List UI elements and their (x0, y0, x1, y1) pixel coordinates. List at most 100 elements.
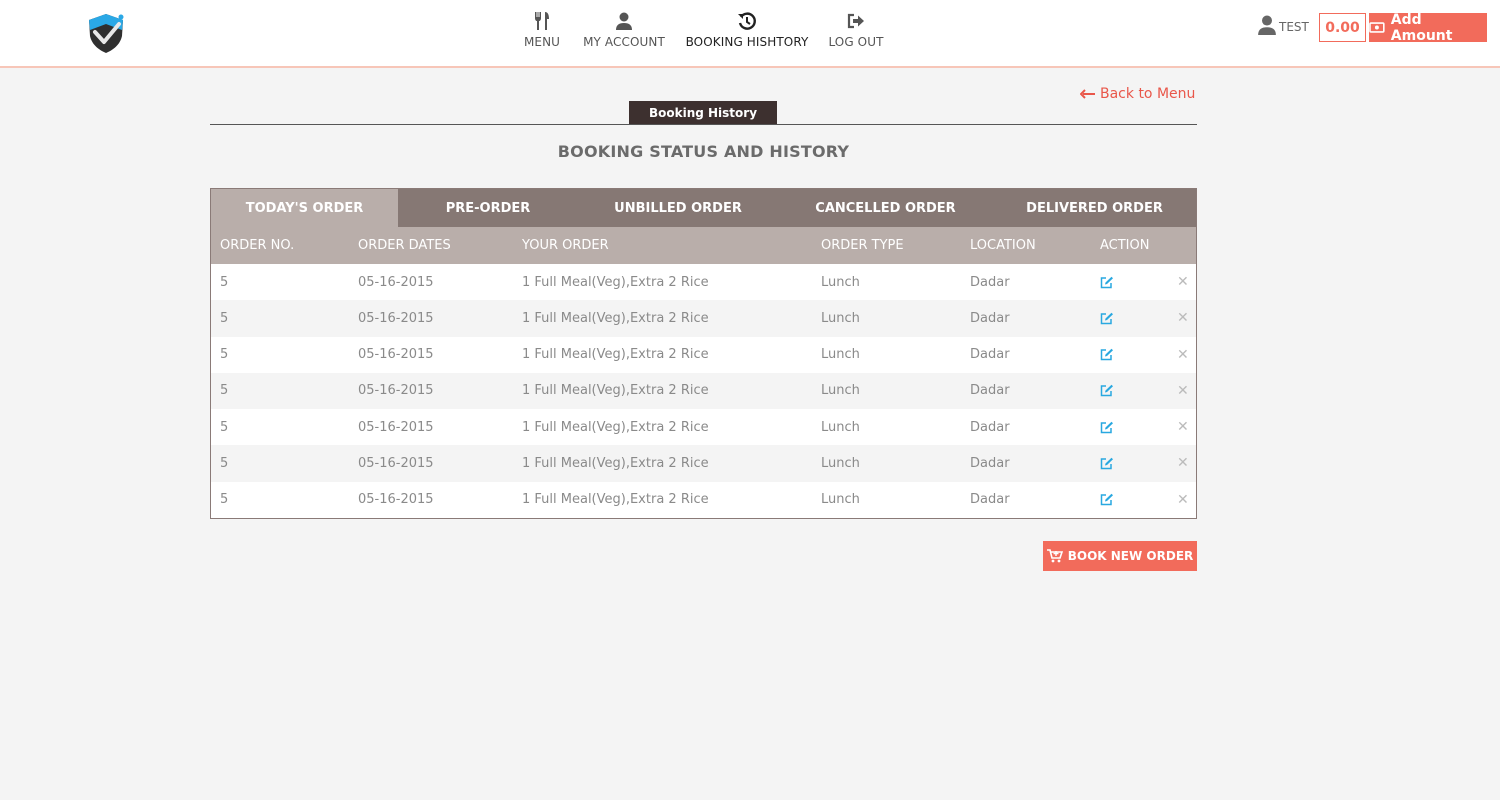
table-row: 5 05-16-2015 1 Full Meal(Veg),Extra 2 Rice… (211, 409, 1196, 446)
table-row: 5 05-16-2015 1 Full Meal(Veg),Extra 2 Rice… (211, 481, 1196, 519)
page-title: BOOKING STATUS AND HISTORY (557, 142, 850, 161)
money-icon (1369, 22, 1385, 33)
cell-order-no: 5 (220, 455, 229, 471)
cell-order-no: 5 (220, 492, 229, 508)
tab-pre-order[interactable]: PRE-ORDER (398, 189, 578, 227)
table-body: 5 05-16-2015 1 Full Meal(Veg),Extra 2 Rice… (211, 264, 1196, 519)
tab-delivered-order[interactable]: DELIVERED ORDER (993, 189, 1196, 227)
cell-order-type: Lunch (821, 455, 860, 471)
column-order-dates: ORDER DATES (358, 238, 451, 253)
edit-icon[interactable] (1100, 445, 1114, 481)
fork-knife-icon (531, 10, 553, 32)
delete-icon[interactable]: ✕ (1177, 482, 1189, 518)
delete-icon[interactable]: ✕ (1177, 264, 1189, 300)
wallet-balance: 0.00 (1319, 13, 1366, 42)
table-row: 5 05-16-2015 1 Full Meal(Veg),Extra 2 Rice… (211, 300, 1196, 337)
back-to-menu-link[interactable]: Back to Menu (1080, 86, 1195, 102)
add-amount-button[interactable]: Add Amount (1369, 11, 1487, 44)
column-order-type: ORDER TYPE (821, 238, 904, 253)
table-row: 5 05-16-2015 1 Full Meal(Veg),Extra 2 Rice… (211, 372, 1196, 410)
cell-your-order: 1 Full Meal(Veg),Extra 2 Rice (522, 310, 709, 326)
arrow-left-icon (1080, 89, 1095, 99)
cell-order-date: 05-16-2015 (358, 274, 434, 290)
cell-order-no: 5 (220, 347, 229, 363)
cell-location: Dadar (970, 310, 1010, 326)
table-header: ORDER NO. ORDER DATES YOUR ORDER ORDER T… (211, 227, 1196, 264)
section-tag: Booking History (629, 101, 777, 124)
nav-log-out-label: LOG OUT (828, 35, 884, 49)
cell-your-order: 1 Full Meal(Veg),Extra 2 Rice (522, 383, 709, 399)
orders-table: TODAY'S ORDER PRE-ORDER UNBILLED ORDER C… (210, 188, 1197, 519)
nav-booking-history[interactable]: BOOKING HISHTORY (686, 10, 808, 49)
user-icon (613, 10, 635, 32)
cell-order-no: 5 (220, 310, 229, 326)
cell-order-no: 5 (220, 274, 229, 290)
cell-location: Dadar (970, 455, 1010, 471)
cell-order-date: 05-16-2015 (358, 347, 434, 363)
edit-icon[interactable] (1100, 300, 1114, 336)
back-to-menu-label: Back to Menu (1100, 86, 1196, 102)
column-location: LOCATION (970, 238, 1036, 253)
cell-location: Dadar (970, 347, 1010, 363)
edit-icon[interactable] (1100, 264, 1114, 300)
history-icon (736, 10, 758, 32)
column-your-order: YOUR ORDER (522, 238, 609, 253)
book-new-order-button[interactable]: BOOK NEW ORDER (1043, 541, 1197, 571)
delete-icon[interactable]: ✕ (1177, 300, 1189, 336)
top-header: MENU MY ACCOUNT BOOKING HISHTORY LOG OUT… (0, 0, 1500, 68)
cell-order-type: Lunch (821, 492, 860, 508)
cell-your-order: 1 Full Meal(Veg),Extra 2 Rice (522, 274, 709, 290)
cell-order-date: 05-16-2015 (358, 455, 434, 471)
cell-your-order: 1 Full Meal(Veg),Extra 2 Rice (522, 419, 709, 435)
user-avatar-icon (1258, 15, 1276, 35)
column-order-no: ORDER NO. (220, 238, 295, 253)
cell-your-order: 1 Full Meal(Veg),Extra 2 Rice (522, 492, 709, 508)
table-row: 5 05-16-2015 1 Full Meal(Veg),Extra 2 Rice… (211, 336, 1196, 373)
nav-menu[interactable]: MENU (521, 10, 563, 49)
tab-todays-order[interactable]: TODAY'S ORDER (211, 189, 398, 227)
nav-my-account-label: MY ACCOUNT (583, 35, 665, 49)
edit-icon[interactable] (1100, 482, 1114, 518)
delete-icon[interactable]: ✕ (1177, 409, 1189, 445)
add-amount-label: Add Amount (1390, 11, 1453, 44)
cell-location: Dadar (970, 274, 1010, 290)
cell-order-no: 5 (220, 383, 229, 399)
cell-order-date: 05-16-2015 (358, 492, 434, 508)
logout-icon (845, 10, 867, 32)
delete-icon[interactable]: ✕ (1177, 337, 1189, 373)
delete-icon[interactable]: ✕ (1177, 445, 1189, 481)
username: TEST (1279, 20, 1309, 34)
cell-order-date: 05-16-2015 (358, 310, 434, 326)
cell-your-order: 1 Full Meal(Veg),Extra 2 Rice (522, 347, 709, 363)
edit-icon[interactable] (1100, 373, 1114, 409)
column-action: ACTION (1100, 238, 1150, 253)
order-tabs: TODAY'S ORDER PRE-ORDER UNBILLED ORDER C… (211, 189, 1196, 227)
cell-location: Dadar (970, 383, 1010, 399)
book-new-order-label: BOOK NEW ORDER (1067, 549, 1194, 563)
edit-icon[interactable] (1100, 337, 1114, 373)
tab-unbilled-order[interactable]: UNBILLED ORDER (578, 189, 778, 227)
cell-order-date: 05-16-2015 (358, 383, 434, 399)
cell-order-type: Lunch (821, 347, 860, 363)
table-row: 5 05-16-2015 1 Full Meal(Veg),Extra 2 Rice… (211, 264, 1196, 301)
cell-location: Dadar (970, 419, 1010, 435)
cell-location: Dadar (970, 492, 1010, 508)
cart-icon (1046, 549, 1063, 563)
delete-icon[interactable]: ✕ (1177, 373, 1189, 409)
edit-icon[interactable] (1100, 409, 1114, 445)
table-row: 5 05-16-2015 1 Full Meal(Veg),Extra 2 Rice… (211, 445, 1196, 482)
section-divider (210, 124, 1197, 125)
nav-my-account[interactable]: MY ACCOUNT (583, 10, 665, 49)
cell-order-no: 5 (220, 419, 229, 435)
nav-menu-label: MENU (523, 35, 561, 49)
cell-order-type: Lunch (821, 383, 860, 399)
cell-order-date: 05-16-2015 (358, 419, 434, 435)
nav-booking-history-label: BOOKING HISHTORY (685, 35, 809, 49)
cell-order-type: Lunch (821, 274, 860, 290)
nav-log-out[interactable]: LOG OUT (828, 10, 884, 49)
cell-order-type: Lunch (821, 419, 860, 435)
cell-order-type: Lunch (821, 310, 860, 326)
tab-cancelled-order[interactable]: CANCELLED ORDER (778, 189, 993, 227)
cell-your-order: 1 Full Meal(Veg),Extra 2 Rice (522, 455, 709, 471)
user-profile[interactable]: TEST (1258, 15, 1309, 35)
